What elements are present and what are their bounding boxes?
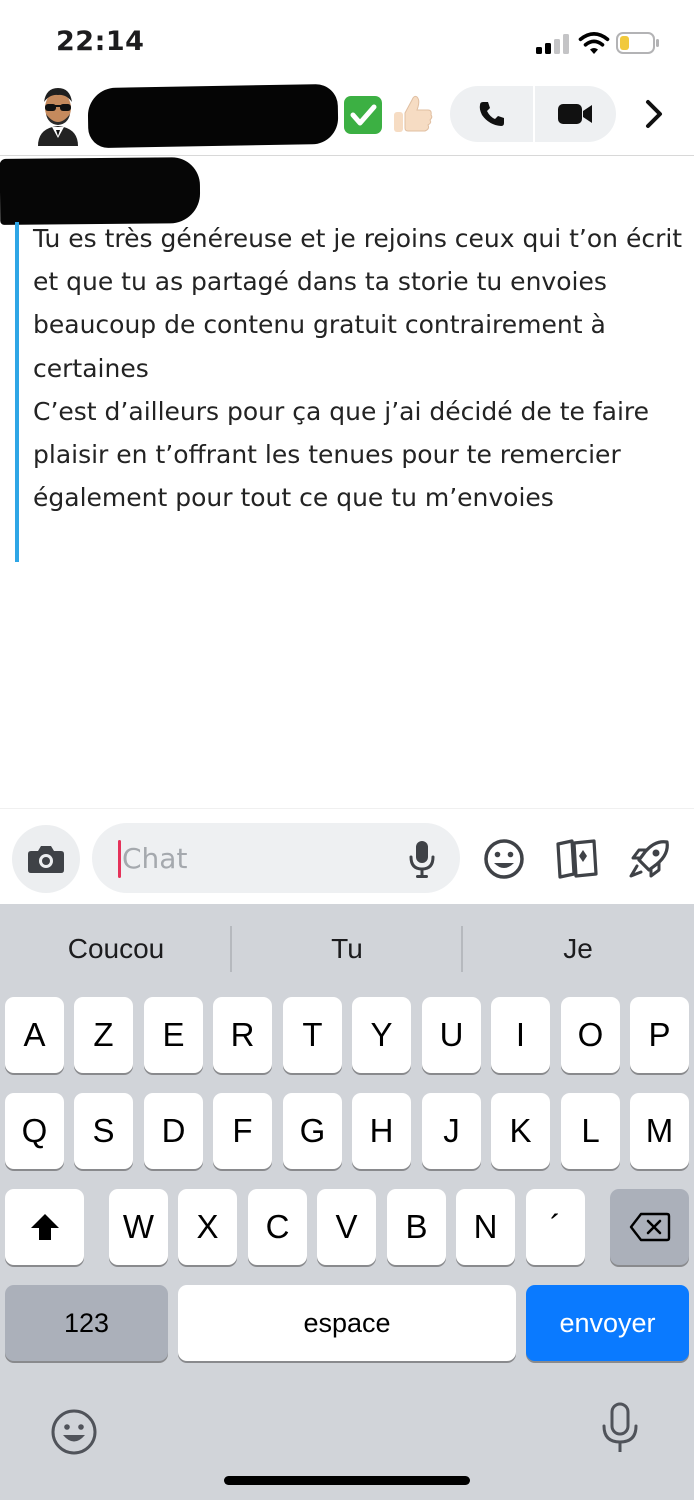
numbers-key[interactable]: 123 [5,1285,168,1361]
microphone-icon[interactable] [408,839,436,879]
camera-button[interactable] [12,825,80,893]
video-camera-icon [557,104,592,124]
key-u[interactable]: U [422,997,481,1073]
key-v[interactable]: V [317,1189,376,1265]
send-key[interactable]: envoyer [526,1285,689,1361]
emoji-keyboard-button[interactable] [46,1404,102,1460]
status-bar: 22:14 [0,0,694,80]
rocket-button[interactable] [626,835,674,883]
suggestion-3[interactable]: Je [463,926,693,972]
key-c[interactable]: C [248,1189,307,1265]
key-f[interactable]: F [213,1093,272,1169]
dictation-mic-icon [602,1402,638,1452]
check-mark-emoji-icon [344,96,382,134]
shift-key[interactable] [5,1189,84,1265]
shift-icon [30,1214,59,1240]
cellular-signal-icon [536,34,570,54]
key-o[interactable]: O [561,997,620,1073]
keyboard: Coucou Tu Je A Z E R T Y U I O P Q S D F… [0,904,694,1500]
phone-icon [479,102,504,126]
sender-name-redacted [0,157,201,225]
message-accent-bar [15,222,19,562]
backspace-key[interactable] [610,1189,689,1265]
key-q[interactable]: Q [5,1093,64,1169]
key-l[interactable]: L [561,1093,620,1169]
bitmoji-avatar[interactable] [28,84,88,146]
key-m[interactable]: M [630,1093,689,1169]
video-call-button[interactable] [533,86,616,142]
emoji-icon [51,1409,97,1455]
smiley-button[interactable] [480,835,528,883]
key-w[interactable]: W [109,1189,168,1265]
key-b[interactable]: B [387,1189,446,1265]
chevron-right-icon [646,100,662,128]
call-controls [450,86,616,142]
cards-icon [556,839,598,879]
key-t[interactable]: T [283,997,342,1073]
key-z[interactable]: Z [74,997,133,1073]
text-cursor [118,840,121,878]
contact-name-redacted[interactable] [87,83,339,149]
space-key[interactable]: espace [178,1285,516,1361]
chat-header [0,80,694,156]
key-i[interactable]: I [491,997,550,1073]
cards-button[interactable] [552,835,600,883]
rocket-icon [629,840,669,878]
key-s[interactable]: S [74,1093,133,1169]
key-k[interactable]: K [491,1093,550,1169]
more-button[interactable] [640,96,668,132]
suggestion-2[interactable]: Tu [232,926,462,972]
key-e[interactable]: E [144,997,203,1073]
thumbs-up-emoji-icon [394,95,433,132]
home-indicator [224,1476,470,1485]
status-time: 22:14 [56,26,145,57]
key-h[interactable]: H [352,1093,411,1169]
key-y[interactable]: Y [352,997,411,1073]
message-text: Tu es très généreuse et je rejoins ceux … [33,224,683,513]
key-d[interactable]: D [144,1093,203,1169]
key-n[interactable]: N [456,1189,515,1265]
chat-input[interactable] [122,835,382,881]
chat-input-bar [0,808,694,904]
key-j[interactable]: J [422,1093,481,1169]
battery-icon [616,32,659,54]
wifi-icon [578,32,610,54]
key-a[interactable]: A [5,997,64,1073]
dictation-button[interactable] [598,1400,642,1460]
key-p[interactable]: P [630,997,689,1073]
chat-input-container[interactable] [92,823,460,893]
key-g[interactable]: G [283,1093,342,1169]
smiley-icon [484,839,524,879]
suggestion-1[interactable]: Coucou [1,926,231,972]
camera-icon [28,846,64,873]
key-x[interactable]: X [178,1189,237,1265]
predictive-bar: Coucou Tu Je [0,904,694,994]
key-r[interactable]: R [213,997,272,1073]
key-acute[interactable]: ´ [526,1189,585,1265]
voice-call-button[interactable] [450,86,533,142]
backspace-icon [629,1212,670,1242]
